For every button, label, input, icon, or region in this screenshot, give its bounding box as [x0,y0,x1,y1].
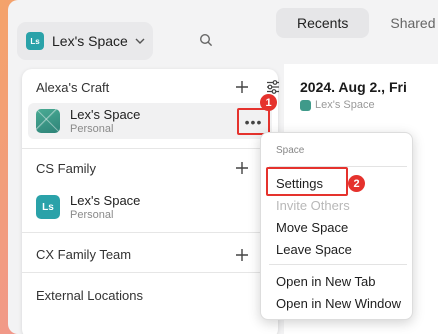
plus-icon[interactable] [235,80,249,94]
step-callout-2: 2 [348,175,365,192]
document-title[interactable]: 2024. Aug 2., Fri [300,79,407,95]
more-options-button[interactable]: ••• [237,108,270,135]
tab-bar: Recents Shared [276,8,438,38]
more-icon: ••• [244,113,263,130]
menu-item-open-new-tab[interactable]: Open in New Tab [276,274,376,289]
divider [22,232,278,233]
space-thumbnail-icon [36,109,60,133]
section-title-cx-family-team: CX Family Team [36,247,132,262]
section-title-cs-family: CS Family [36,161,96,176]
menu-item-open-new-window[interactable]: Open in New Window [276,296,401,311]
section-title-external-locations[interactable]: External Locations [36,288,143,303]
menu-header: Space [276,145,305,156]
space-switcher[interactable]: Ls Lex's Space [17,22,153,60]
plus-icon[interactable] [235,248,249,262]
document-space-label: Lex's Space [315,99,375,111]
menu-item-move-space[interactable]: Move Space [276,220,348,235]
section-title-alexas-craft: Alexa's Craft [36,80,110,95]
divider [22,272,278,273]
divider [22,148,278,149]
space-badge: Ls [26,32,44,50]
search-icon[interactable] [199,33,213,47]
space-item-lexs-space-1[interactable]: Lex's Space Personal [28,103,272,139]
space-item-title: Lex's Space [70,106,141,122]
space-item-title: Lex's Space [70,192,141,208]
space-item-subtitle: Personal [70,122,114,135]
sliders-icon[interactable] [265,79,281,95]
space-thumbnail-icon [300,99,311,111]
step-callout-1: 1 [260,94,277,111]
menu-item-leave-space[interactable]: Leave Space [276,242,352,257]
settings-highlight [266,167,348,196]
space-badge: Ls [36,195,60,219]
space-item-lexs-space-2[interactable]: Ls Lex's Space Personal [28,189,272,225]
space-item-text: Lex's Space Personal [70,193,140,222]
plus-icon[interactable] [235,161,249,175]
tab-shared[interactable]: Shared [369,8,438,38]
space-name: Lex's Space [52,33,128,49]
space-item-subtitle: Personal [70,208,114,221]
menu-item-invite-others: Invite Others [276,198,350,213]
space-context-menu: Space Settings Invite Others Move Space … [260,132,413,320]
tab-recents[interactable]: Recents [276,8,370,38]
chevron-down-icon [135,38,145,44]
menu-divider [269,264,407,265]
document-space: Lex's Space [300,99,375,111]
space-item-text: Lex's Space Personal [70,107,140,136]
